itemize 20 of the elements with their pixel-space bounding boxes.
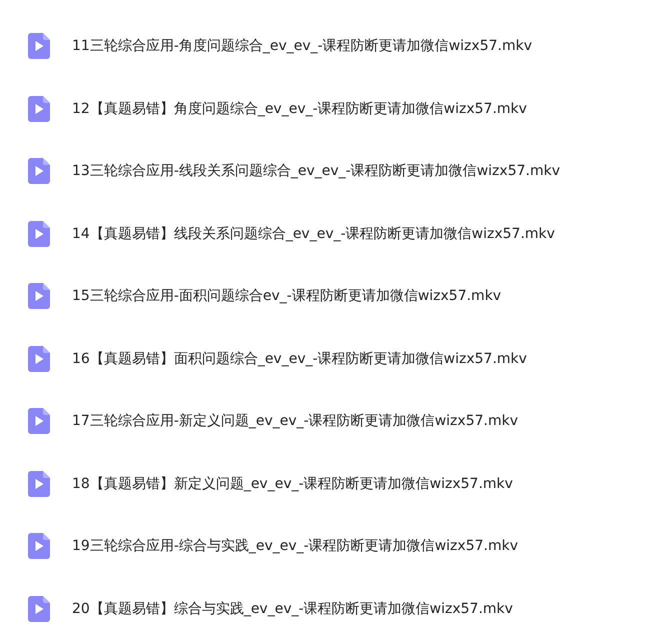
- video-file-icon: [28, 220, 50, 247]
- video-file-icon: [28, 408, 50, 434]
- file-name[interactable]: 11三轮综合应用-角度问题综合_ev_ev_-课程防断更请加微信wizx57.mkv: [72, 37, 532, 56]
- video-file-icon: [28, 96, 50, 122]
- file-name[interactable]: 14【真题易错】线段关系问题综合_ev_ev_-课程防断更请加微信wizx57.mkv: [72, 224, 555, 243]
- video-file-icon: [28, 470, 50, 497]
- video-file-icon: [28, 283, 50, 310]
- file-name[interactable]: 18【真题易错】新定义问题_ev_ev_-课程防断更请加微信wizx57.mkv: [72, 474, 513, 493]
- video-file-icon: [28, 533, 50, 560]
- file-name[interactable]: 17三轮综合应用-新定义问题_ev_ev_-课程防断更请加微信wizx57.mkv: [72, 412, 518, 430]
- file-name[interactable]: 16【真题易错】面积问题综合_ev_ev_-课程防断更请加微信wizx57.mkv: [72, 350, 527, 368]
- file-name[interactable]: 15三轮综合应用-面积问题综合ev_-课程防断更请加微信wizx57.mkv: [72, 287, 502, 306]
- video-file-icon: [28, 596, 50, 622]
- file-name[interactable]: 12【真题易错】角度问题综合_ev_ev_-课程防断更请加微信wizx57.mkv: [72, 100, 527, 118]
- video-file-icon: [28, 33, 50, 60]
- file-name[interactable]: 20【真题易错】综合与实践_ev_ev_-课程防断更请加微信wizx57.mkv: [72, 600, 513, 618]
- video-file-icon: [28, 158, 50, 184]
- video-file-icon: [28, 346, 50, 372]
- file-name[interactable]: 19三轮综合应用-综合与实践_ev_ev_-课程防断更请加微信wizx57.mkv: [72, 537, 518, 556]
- file-name[interactable]: 13三轮综合应用-线段关系问题综合_ev_ev_-课程防断更请加微信wizx57.mkv: [72, 162, 560, 180]
